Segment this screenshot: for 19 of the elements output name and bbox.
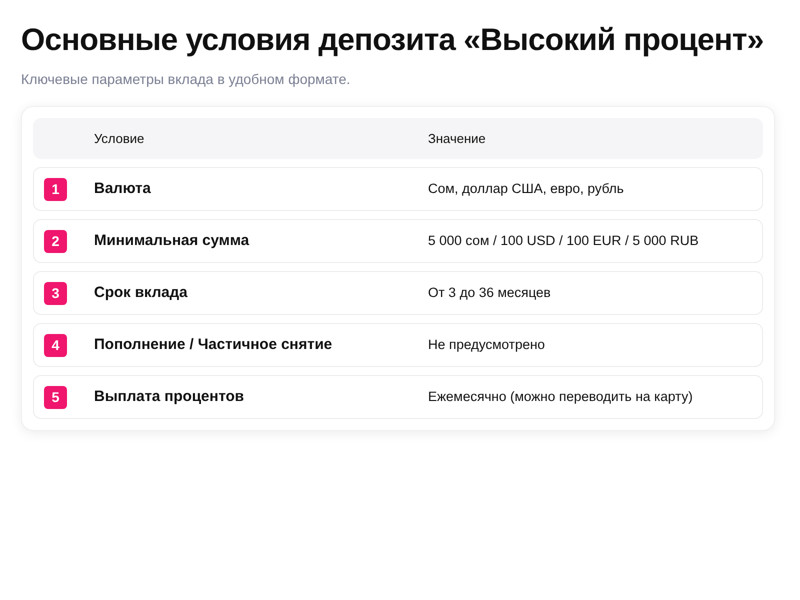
value-cell-text: Ежемесячно (можно переводить на карту)	[428, 388, 693, 406]
row-number-badge: 5	[44, 386, 67, 408]
value-cell-text: Не предусмотрено	[428, 336, 545, 354]
row-number-badge: 3	[44, 282, 67, 304]
condition-cell-text: Валюта	[94, 178, 152, 199]
value-cell-text: Сом, доллар США, евро, рубль	[428, 180, 624, 198]
condition-cell-text: Минимальная сумма	[94, 230, 250, 251]
row-number-badge: 1	[44, 178, 67, 200]
value-cell-text: От 3 до 36 месяцев	[428, 284, 551, 302]
column-header: Значение	[428, 130, 486, 148]
row-number-badge: 2	[44, 230, 67, 252]
row-number-badge: 4	[44, 334, 67, 356]
page-title: Основные условия депозита «Высокий процент»	[21, 21, 764, 59]
column-header: Условие	[94, 130, 146, 148]
condition-cell-text: Выплата процентов	[94, 386, 245, 407]
value-cell-text: 5 000 сом / 100 USD / 100 EUR / 5 000 RUB	[428, 232, 699, 250]
page-subtitle: Ключевые параметры вклада в удобном формате.	[21, 70, 350, 89]
condition-cell-text: Пополнение / Частичное снятие	[94, 334, 334, 355]
condition-cell-text: Срок вклада	[94, 282, 188, 303]
